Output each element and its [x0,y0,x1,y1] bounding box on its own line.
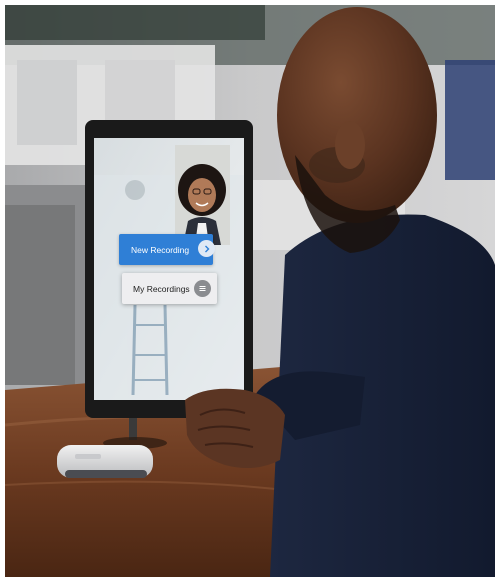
new-recording-label: New Recording [131,244,190,255]
chevron-right-icon [198,240,215,257]
new-recording-button[interactable]: New Recording [119,234,215,265]
background-chair [445,60,495,180]
device-base [65,470,147,478]
background-couch-shadow [5,205,75,385]
my-recordings-label: My Recordings [133,283,190,294]
shelf-cubby-1 [17,60,77,145]
photo: New Recording My Recordings [5,5,495,577]
my-recordings-button[interactable]: My Recordings [122,273,217,304]
man-head [277,7,437,223]
man-ear [335,121,365,169]
device-slot [75,454,101,459]
scene [5,5,495,577]
list-icon [194,280,211,297]
background-plants-dark [5,5,265,40]
